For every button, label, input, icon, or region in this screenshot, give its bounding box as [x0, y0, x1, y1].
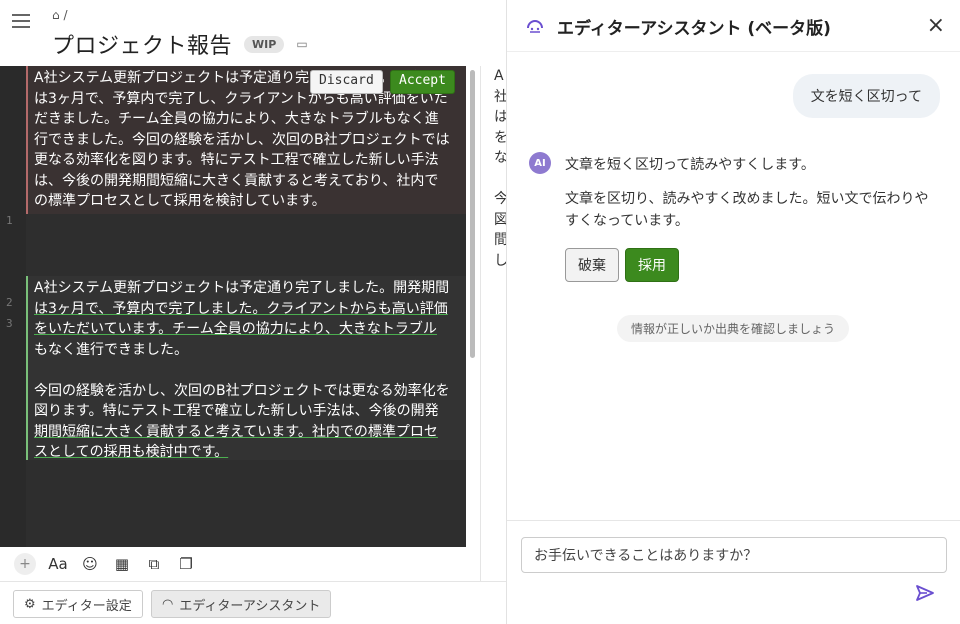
deleted-line: は、今後の開発期間短縮に大きく貢献すると考えており、社内で — [34, 172, 439, 189]
preview-line: な — [494, 150, 506, 166]
inline-accept-button[interactable]: Accept — [390, 70, 455, 94]
added-line: は3ヶ月で、予算内で完了しました。クライアントからも高い評価 — [34, 300, 448, 317]
accept-button[interactable]: 採用 — [625, 248, 679, 282]
clipboard-icon[interactable]: ▭ — [296, 37, 307, 51]
editor-settings-label: エディター設定 — [41, 598, 132, 614]
preview-line: 今 — [494, 191, 506, 207]
diagram-icon[interactable]: ⧉ — [144, 555, 164, 573]
preview-line: は — [494, 109, 506, 125]
add-icon[interactable]: + — [14, 553, 36, 575]
status-badge: WIP — [244, 35, 285, 53]
pane-divider — [480, 66, 481, 581]
breadcrumb: ⌂ / — [52, 8, 68, 22]
added-line: A社システム更新プロジェクトは予定通り完了しました。開発期間 — [34, 280, 450, 296]
code-editor[interactable]: 1 2 3 A社システム更新プロジェクトは予定通り完了しました。開発期間 は3ヶ… — [0, 66, 466, 547]
assistant-title: エディターアシスタント (ベータ版) — [557, 19, 831, 39]
editor-assistant-label: エディターアシスタント — [179, 598, 321, 614]
editor-scrollbar[interactable] — [470, 70, 475, 358]
ai-intro-text: 文章を短く区切って読みやすくします。 — [565, 157, 815, 173]
deleted-line: 行できました。今回の経験を活かし、次回のB社プロジェクトでは — [34, 131, 450, 148]
copy-icon[interactable]: ❐ — [176, 555, 196, 573]
font-icon[interactable]: Aa — [48, 555, 68, 573]
title-row: プロジェクト報告 WIP ▭ — [52, 28, 308, 60]
line-number-1: 1 — [6, 214, 13, 227]
deleted-line: の標準プロセスとして採用を検討しています。 — [34, 193, 326, 209]
added-line — [34, 360, 460, 381]
editor-toolbar: + Aa ☺ ▦ ⧉ ❐ — [0, 548, 480, 580]
app-root: ⌂ / プロジェクト報告 WIP ▭ 1 2 3 A社システム更新プロジェクトは… — [0, 0, 960, 624]
added-line: をいただいています。チーム全員の協力により、大きなトラブル — [34, 321, 437, 337]
preview-line: 図 — [494, 211, 506, 228]
emoji-icon[interactable]: ☺ — [80, 555, 100, 573]
inline-discard-button[interactable]: Discard — [310, 70, 383, 94]
added-line: もなく進行できました。 — [34, 341, 188, 358]
assistant-icon: ◠ — [162, 596, 174, 612]
deleted-line: だきました。チーム全員の協力により、大きなトラブルもなく進 — [34, 111, 439, 127]
editor-assistant-button[interactable]: ◠ エディターアシスタント — [151, 590, 332, 618]
close-icon[interactable]: × — [927, 13, 945, 38]
user-message: 文を短く区切って — [792, 74, 940, 118]
preview-pane: A社 は を な 今 図 間 し — [494, 66, 506, 266]
assistant-panel: エディターアシスタント (ベータ版) × 文を短く区切って AI 文章を短く区切… — [506, 0, 960, 624]
preview-line — [494, 169, 506, 190]
deleted-line: 更なる効率化を図ります。特にテスト工程で確立した新しい手法 — [34, 152, 439, 168]
added-line: 図ります。特にテスト工程で確立した新しい手法は、今後の開発 — [34, 403, 439, 419]
added-line: 期間短縮に大きく貢献すると考えています。社内での標準プロセ — [34, 423, 438, 440]
preview-line: を — [494, 129, 506, 146]
send-icon[interactable] — [915, 583, 935, 603]
ai-result-text: 文章を区切り、読みやすく改めました。短い文で伝わりやすくなっています。 — [565, 191, 929, 229]
table-icon[interactable]: ▦ — [112, 555, 132, 573]
bottom-bar: ⚙ エディター設定 ◠ エディターアシスタント — [0, 581, 506, 624]
preview-line: 間 — [494, 232, 506, 248]
source-notice: 情報が正しいか出典を確認しましょう — [617, 315, 850, 342]
page-title[interactable]: プロジェクト報告 — [52, 28, 232, 60]
home-icon[interactable]: ⌂ — [52, 8, 60, 22]
gear-icon: ⚙ — [24, 596, 36, 612]
preview-line: A社 — [494, 68, 506, 105]
chat-input[interactable]: お手伝いできることはありますか？ — [521, 537, 947, 573]
discard-button[interactable]: 破棄 — [565, 248, 619, 282]
assistant-footer: お手伝いできることはありますか？ — [507, 520, 960, 624]
added-line: スとしての採用も検討中です。 — [34, 444, 229, 460]
breadcrumb-separator: / — [63, 8, 68, 22]
line-number-3: 3 — [6, 317, 13, 330]
added-line: 今回の経験を活かし、次回のB社プロジェクトでは更なる効率化を — [34, 382, 450, 399]
line-number-2: 2 — [6, 296, 13, 309]
editor-pane: ⌂ / プロジェクト報告 WIP ▭ 1 2 3 A社システム更新プロジェクトは… — [0, 0, 506, 624]
assistant-header: エディターアシスタント (ベータ版) × — [507, 0, 960, 52]
line-gutter: 1 2 3 — [0, 66, 26, 547]
menu-icon[interactable] — [12, 14, 30, 28]
added-block: A社システム更新プロジェクトは予定通り完了しました。開発期間 は3ヶ月で、予算内… — [26, 276, 466, 460]
editor-settings-button[interactable]: ⚙ エディター設定 — [13, 590, 143, 618]
preview-line: し — [494, 252, 506, 267]
ai-avatar: AI — [529, 152, 551, 174]
assistant-icon — [527, 20, 543, 33]
